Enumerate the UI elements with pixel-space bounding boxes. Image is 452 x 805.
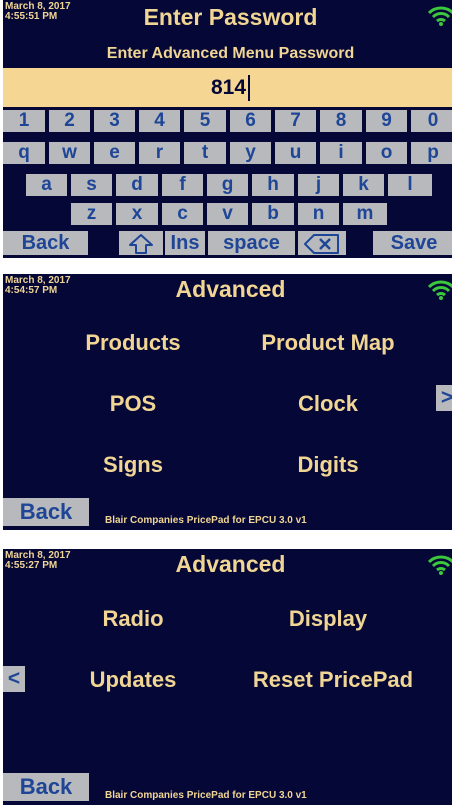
menu-products[interactable]: Products [53,330,213,356]
key-x[interactable]: x [116,203,158,225]
wifi-icon [428,280,452,300]
backspace-key[interactable] [298,231,346,255]
key-r[interactable]: r [139,142,180,164]
password-prompt: Enter Advanced Menu Password [106,45,355,62]
next-page-button[interactable]: > [436,385,452,411]
key-i[interactable]: i [320,142,362,164]
advanced-screen-page-1: March 8, 2017 4:54:57 PM Advanced Produc… [3,274,452,530]
wifi-icon [428,555,452,575]
key-e[interactable]: e [94,142,135,164]
key-p[interactable]: p [411,142,452,164]
key-h[interactable]: h [252,174,294,196]
key-z[interactable]: z [71,203,112,225]
keyboard-row-middle: a s d f g h j k l [3,174,452,196]
key-l[interactable]: l [388,174,432,196]
key-5[interactable]: 5 [184,110,226,132]
key-v[interactable]: v [207,203,248,225]
key-b[interactable]: b [252,203,294,225]
back-button[interactable]: Back [3,498,89,526]
key-w[interactable]: w [49,142,90,164]
key-g[interactable]: g [207,174,248,196]
screen-title: Advanced [175,551,286,577]
menu-product-map[interactable]: Product Map [233,330,423,356]
menu-radio[interactable]: Radio [53,606,213,632]
wifi-icon [428,6,452,26]
previous-page-button[interactable]: < [3,666,25,692]
key-o[interactable]: o [366,142,407,164]
password-screen: March 8, 2017 4:55:51 PM Enter Password … [3,0,452,258]
screen-title: Advanced [175,276,286,302]
key-0[interactable]: 0 [411,110,452,132]
key-4[interactable]: 4 [139,110,180,132]
password-value: 814 [211,75,251,101]
shift-key[interactable] [119,231,163,255]
menu-pos[interactable]: POS [53,391,213,417]
menu-reset-pricepad[interactable]: Reset PricePad [225,667,441,693]
key-d[interactable]: d [116,174,158,196]
menu-clock[interactable]: Clock [233,391,423,417]
save-button[interactable]: Save [373,231,452,255]
advanced-screen-page-2: March 8, 2017 4:55:27 PM Advanced Radio … [3,549,452,805]
key-t[interactable]: t [184,142,226,164]
shift-arrow-icon [129,233,153,254]
password-input[interactable]: 814 [3,68,452,107]
back-button[interactable]: Back [3,231,88,255]
menu-updates[interactable]: Updates [53,667,213,693]
key-y[interactable]: y [230,142,271,164]
keyboard-row-top: q w e r t y u i o p [3,142,452,164]
key-u[interactable]: u [275,142,316,164]
key-6[interactable]: 6 [230,110,271,132]
key-f[interactable]: f [162,174,203,196]
back-button[interactable]: Back [3,773,89,801]
menu-display[interactable]: Display [233,606,423,632]
screen-title: Enter Password [143,4,318,30]
key-s[interactable]: s [71,174,112,196]
key-n[interactable]: n [298,203,339,225]
key-3[interactable]: 3 [94,110,135,132]
footer-text: Blair Companies PricePad for EPCU 3.0 v1 [105,790,307,801]
menu-signs[interactable]: Signs [53,452,213,478]
footer-text: Blair Companies PricePad for EPCU 3.0 v1 [105,515,307,526]
key-a[interactable]: a [26,174,67,196]
key-m[interactable]: m [343,203,387,225]
key-c[interactable]: c [162,203,203,225]
key-q[interactable]: q [3,142,45,164]
space-key[interactable]: space [208,231,295,255]
backspace-icon [304,233,339,254]
key-j[interactable]: j [298,174,339,196]
keyboard-row-digits: 1 2 3 4 5 6 7 8 9 0 [3,110,452,132]
menu-digits[interactable]: Digits [233,452,423,478]
key-2[interactable]: 2 [49,110,90,132]
key-9[interactable]: 9 [366,110,407,132]
key-7[interactable]: 7 [275,110,316,132]
keyboard-function-row: Back Ins space Save [3,231,452,255]
keyboard-row-bottom: z x c v b n m [3,203,452,225]
key-1[interactable]: 1 [3,110,45,132]
key-8[interactable]: 8 [320,110,362,132]
ins-key[interactable]: Ins [165,231,205,255]
key-k[interactable]: k [343,174,384,196]
